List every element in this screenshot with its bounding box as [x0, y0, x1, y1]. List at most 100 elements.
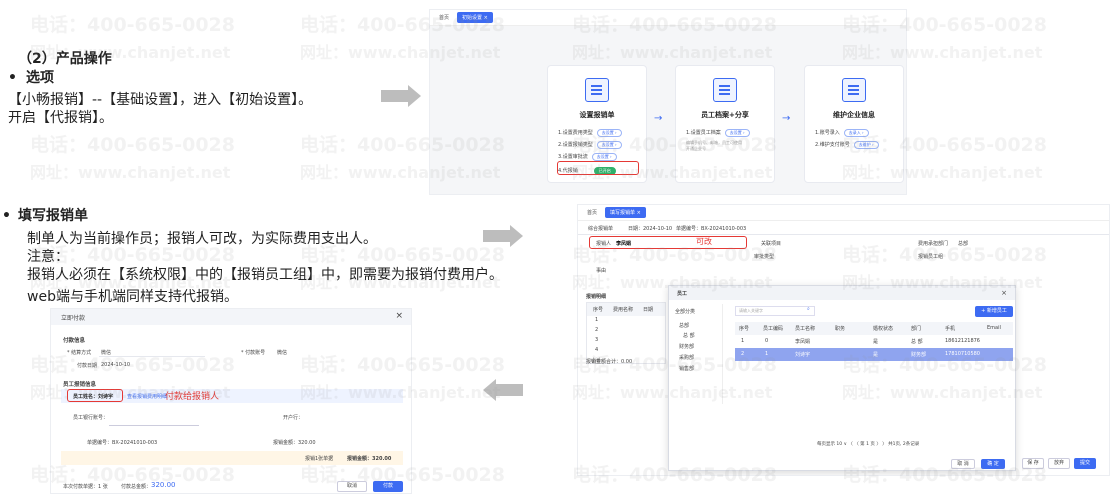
page: { "left_text": { "section2_title": "（2）产…	[0, 0, 1114, 503]
pay-date-value[interactable]: 2024-10-10	[101, 362, 130, 368]
table-row-selected[interactable]: 2 1 刘诗宇是财务部 17810710580	[735, 348, 1013, 361]
fill-title: 填写报销单	[18, 208, 88, 224]
goto-button[interactable]: 去录入 ›	[843, 129, 869, 137]
expense-dept-value[interactable]: 总部	[958, 240, 968, 247]
pagination[interactable]: 每页显示 10 ∨ 〈 〈 第 1 页 〉 〉 共1页, 2条记录	[817, 441, 919, 447]
table-header: 序号 员工编码 员工名称 职务 婚权状态 部门 手机 Email	[735, 322, 1013, 335]
option-line-1: 【小畅报销】--【基础设置】，进入【初始设置】。	[8, 92, 313, 108]
dialog-title: 员工	[677, 291, 688, 297]
close-icon[interactable]: ×	[395, 311, 403, 321]
employee-dialog: 员工 × 全部分类 总部 总 部 财务部 采购部 销售部 请输入关键字 ⌕ + …	[668, 285, 1016, 471]
goto-button[interactable]: 去设置 ›	[591, 153, 617, 161]
divider	[578, 234, 1109, 235]
tree-root[interactable]: 全部分类	[675, 308, 695, 315]
tree-item[interactable]: 总 部	[683, 332, 695, 339]
tree-item[interactable]: 财务部	[679, 343, 694, 350]
id-card-icon	[713, 78, 737, 102]
pay-account-value[interactable]: 微信	[277, 349, 287, 356]
right-arrow-icon	[381, 85, 421, 107]
pay-method-label: * 结算方式	[67, 350, 92, 356]
tree-item[interactable]: 总部	[679, 322, 689, 329]
pay-date-label: 付款日期	[77, 363, 98, 369]
cancel-button[interactable]: 取消	[337, 481, 367, 492]
tab-bar: 首页 初始设置 ×	[430, 10, 906, 26]
divider	[99, 356, 205, 357]
table-row[interactable]: 1 0 李凤娟是总 部 18612121876	[735, 335, 1013, 348]
expense-dept-label: 费用承担部门	[918, 241, 949, 247]
form-number: 单据编号：BX-20241010-003	[676, 226, 747, 232]
save-button[interactable]: 保 存	[1022, 458, 1044, 469]
bill-amount: 报销金额：320.00	[273, 440, 316, 446]
bank-name-label: 开户行：	[283, 415, 304, 421]
expense-form-screenshot: 首页 填写报销单 × 综合报销单 日期：2024-10-10 单据编号：BX-2…	[577, 204, 1110, 476]
goto-button[interactable]: 去设置 ›	[596, 141, 622, 149]
submit-button[interactable]: 提交	[1074, 458, 1096, 469]
pay-button[interactable]: 付款	[373, 481, 403, 492]
annotation: 付款给报销人	[165, 392, 220, 402]
left-arrow-icon	[483, 379, 523, 401]
card-title: 设置报销单	[579, 111, 615, 119]
tree-item[interactable]: 采购部	[679, 354, 694, 361]
tab-bar: 首页 填写报销单 ×	[578, 205, 1109, 221]
fill-line-3: 报销人必须在【系统权限】中的【报销员工组】中，即需要为报销付费用户。	[27, 267, 503, 283]
goto-button[interactable]: 去设置 ›	[596, 129, 622, 137]
section-title: 员工报销信息	[63, 382, 97, 388]
bank-account-input[interactable]	[109, 425, 199, 426]
pay-method-value[interactable]: 微信	[101, 349, 111, 356]
footer-total-label: 付款总金额：	[121, 484, 152, 490]
close-icon[interactable]: ×	[1001, 289, 1007, 297]
goto-button[interactable]: 去设置 ›	[724, 129, 750, 137]
card-title: 维护企业信息	[833, 111, 875, 119]
cancel-button[interactable]: 取 消	[951, 459, 975, 469]
form-date: 日期：2024-10-10	[628, 226, 673, 232]
summary-amount: 报销金额：320.00	[347, 456, 392, 462]
footer-total: 320.00	[151, 481, 176, 489]
total-amount: 报销金额合计：0.00	[586, 359, 633, 365]
pay-dialog-screenshot: 立即付款 × 付款信息 * 结算方式 微信 * 付款账号 微信 付款日期 202…	[50, 308, 412, 494]
search-icon[interactable]: ⌕	[807, 306, 810, 312]
approval-type-label: 审批类型	[754, 254, 775, 260]
dialog-title: 立即付款	[61, 315, 86, 322]
bill-number: 单据编号：BX-20241010-003	[87, 440, 158, 446]
tab-home[interactable]: 首页	[434, 12, 454, 23]
card-line: 3.设置审批流 去设置 ›	[558, 153, 617, 161]
watermark: 电话：400-665-0028网址：www.chanjet.net	[30, 134, 235, 182]
card-line: 2.设置报销类型 去设置 ›	[558, 141, 622, 149]
tab-expense-form[interactable]: 填写报销单 ×	[605, 207, 646, 218]
fill-line-1: 制单人为当前操作员；报销人可改，为实际费用支出人。	[27, 231, 377, 247]
dialog-header	[51, 309, 411, 325]
option-title: 选项	[26, 70, 54, 86]
card-line: 2.维护支付账号 去维护 ›	[815, 141, 879, 149]
section-title: 付款信息	[63, 338, 86, 344]
tab-init-settings[interactable]: 初始设置 ×	[457, 12, 493, 23]
init-settings-screenshot: 首页 初始设置 × 设置报销单 1.设置费用类型 去设置 › 2.设置报销类型 去设…	[429, 9, 907, 195]
fill-line-4: web端与手机端同样支持代报销。	[27, 289, 238, 305]
discard-button[interactable]: 放弃	[1048, 458, 1070, 469]
goto-button[interactable]: 去维护 ›	[853, 141, 879, 149]
search-input[interactable]: 请输入关键字	[735, 306, 815, 316]
bullet: •	[8, 70, 17, 86]
section-title: （2）产品操作	[18, 51, 112, 67]
confirm-button[interactable]: 确 定	[981, 459, 1005, 469]
fill-line-2: 注意：	[27, 249, 69, 265]
card-line: 1.设置员工档案 去设置 ›	[686, 129, 750, 137]
document-icon	[585, 78, 609, 102]
related-project-label: 关联项目	[761, 241, 782, 247]
form-type: 综合报销单	[588, 226, 614, 232]
new-employee-button[interactable]: + 新增员工	[975, 306, 1013, 317]
reason-label: 事由	[596, 268, 607, 274]
category-tree: 全部分类 总部 总 部 财务部 采购部 销售部	[671, 304, 723, 404]
pay-account-label: * 付款账号	[241, 350, 266, 356]
view-detail-link[interactable]: 查看报销费用明细	[127, 393, 167, 400]
tree-item[interactable]: 销售部	[679, 365, 694, 372]
clipboard-icon	[842, 78, 866, 102]
highlight-box	[67, 389, 123, 402]
summary-count: 报销1张单据	[305, 456, 334, 462]
card-line: 1.设置费用类型 去设置 ›	[558, 129, 622, 137]
card-employee: 员工档案+分享 1.设置员工档案 去设置 › 编辑手机号、邮箱，员工可使用 开通企…	[675, 65, 775, 183]
right-arrow-icon	[483, 225, 523, 247]
tab-home[interactable]: 首页	[582, 207, 602, 218]
card-title: 员工档案+分享	[701, 111, 749, 119]
card-line: 1.账号录入 去录入 ›	[815, 129, 869, 137]
flow-arrow-icon: →	[782, 113, 791, 124]
